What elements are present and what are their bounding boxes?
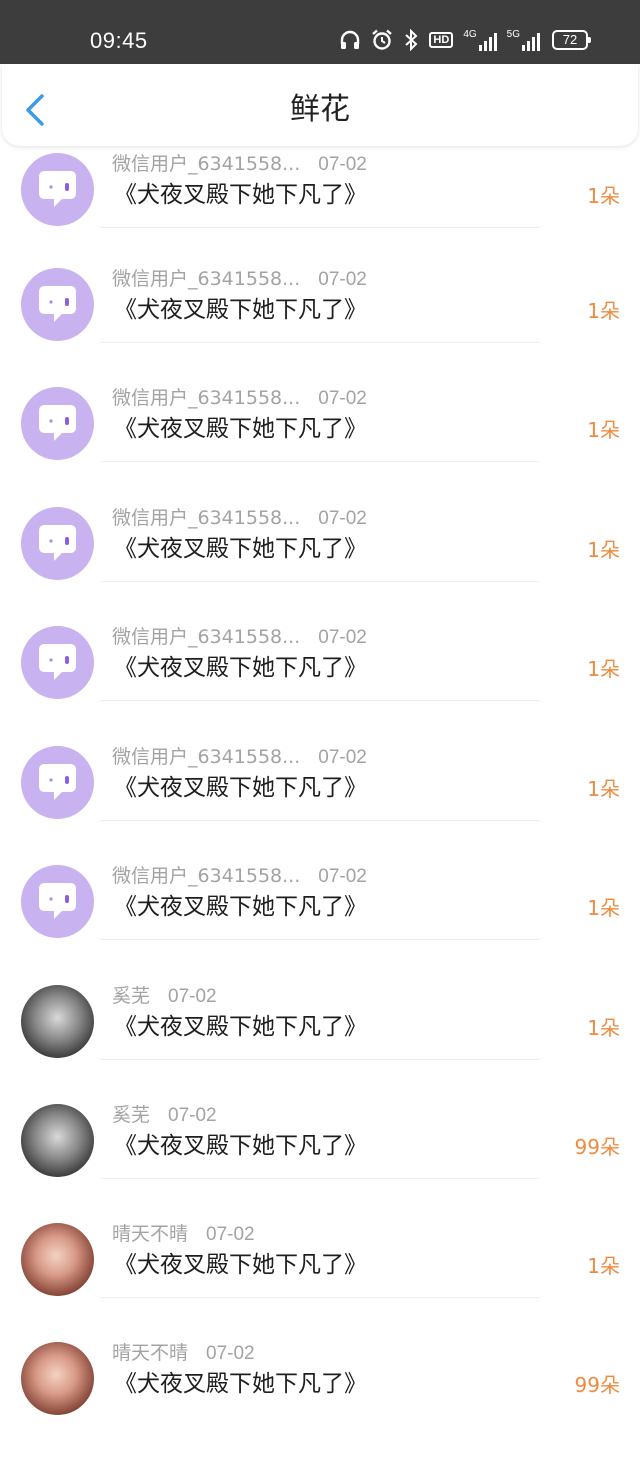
gift-date: 07-02 [206, 1224, 255, 1245]
row-divider [100, 820, 540, 821]
list-item[interactable]: 奚芜 07-02 《犬夜叉殿下她下凡了》 99朵 [0, 1104, 640, 1224]
item-meta: 微信用户_6341558... 07-02 [112, 151, 367, 178]
avatar[interactable] [21, 1104, 94, 1177]
flower-count: 1朵 [587, 538, 620, 562]
list-item[interactable]: 晴天不晴 07-02 《犬夜叉殿下她下凡了》 1朵 [0, 1223, 640, 1343]
chat-bubble-avatar-icon[interactable] [21, 387, 94, 460]
battery-indicator: 72 [552, 30, 591, 50]
signal-5g-icon: 5G [507, 29, 540, 51]
gift-date: 07-02 [318, 269, 367, 290]
flower-count: 1朵 [587, 896, 620, 920]
book-title: 《犬夜叉殿下她下凡了》 [114, 536, 367, 562]
list-item[interactable]: 微信用户_6341558... 07-02 《犬夜叉殿下她下凡了》 1朵 [0, 507, 640, 627]
item-meta: 微信用户_6341558... 07-02 [112, 266, 367, 293]
flower-count: 1朵 [587, 777, 620, 801]
list-item[interactable]: 微信用户_6341558... 07-02 《犬夜叉殿下她下凡了》 1朵 [0, 268, 640, 388]
flower-count: 99朵 [574, 1135, 620, 1159]
status-bar: 09:45 HD 4G 5G 72 [0, 0, 640, 64]
user-name: 微信用户_6341558... [112, 507, 301, 529]
item-meta: 微信用户_6341558... 07-02 [112, 744, 367, 771]
book-title: 《犬夜叉殿下她下凡了》 [114, 1252, 367, 1278]
flower-count: 1朵 [587, 1016, 620, 1040]
flower-count: 99朵 [574, 1373, 620, 1397]
user-name: 微信用户_6341558... [112, 387, 301, 409]
row-divider [100, 581, 540, 582]
book-title: 《犬夜叉殿下她下凡了》 [114, 297, 367, 323]
flower-count: 1朵 [587, 418, 620, 442]
item-meta: 奚芜 07-02 [112, 1102, 217, 1129]
gift-date: 07-02 [206, 1343, 255, 1364]
item-meta: 微信用户_6341558... 07-02 [112, 624, 367, 651]
user-name: 奚芜 [112, 985, 151, 1007]
gift-date: 07-02 [168, 1105, 217, 1126]
chat-bubble-avatar-icon[interactable] [21, 626, 94, 699]
status-icons: HD 4G 5G [339, 28, 540, 52]
book-title: 《犬夜叉殿下她下凡了》 [114, 416, 367, 442]
list-item[interactable]: 奚芜 07-02 《犬夜叉殿下她下凡了》 1朵 [0, 985, 640, 1105]
user-name: 微信用户_6341558... [112, 153, 301, 175]
status-time: 09:45 [90, 28, 148, 53]
chat-bubble-avatar-icon[interactable] [21, 507, 94, 580]
book-title: 《犬夜叉殿下她下凡了》 [114, 655, 367, 681]
chat-bubble-avatar-icon[interactable] [21, 268, 94, 341]
avatar[interactable] [21, 985, 94, 1058]
item-meta: 晴天不晴 07-02 [112, 1340, 255, 1367]
user-name: 奚芜 [112, 1104, 151, 1126]
row-divider [100, 342, 540, 343]
row-divider [100, 1297, 540, 1298]
alarm-icon [372, 29, 393, 50]
list-item[interactable]: 微信用户_6341558... 07-02 《犬夜叉殿下她下凡了》 1朵 [0, 626, 640, 746]
flower-count: 1朵 [587, 299, 620, 323]
row-divider [100, 1059, 540, 1060]
item-meta: 微信用户_6341558... 07-02 [112, 863, 367, 890]
book-title: 《犬夜叉殿下她下凡了》 [114, 182, 367, 208]
book-title: 《犬夜叉殿下她下凡了》 [114, 1371, 367, 1397]
user-name: 晴天不晴 [112, 1223, 189, 1245]
row-divider [100, 227, 540, 228]
book-title: 《犬夜叉殿下她下凡了》 [114, 894, 367, 920]
bluetooth-icon [405, 29, 418, 51]
book-title: 《犬夜叉殿下她下凡了》 [114, 1014, 367, 1040]
gift-date: 07-02 [318, 627, 367, 648]
gift-date: 07-02 [318, 747, 367, 768]
avatar[interactable] [21, 1342, 94, 1415]
chat-bubble-avatar-icon[interactable] [21, 153, 94, 226]
flower-count: 1朵 [587, 1254, 620, 1278]
avatar[interactable] [21, 1223, 94, 1296]
row-divider [100, 700, 540, 701]
flower-count: 1朵 [587, 657, 620, 681]
flower-count: 1朵 [587, 184, 620, 208]
chat-bubble-avatar-icon[interactable] [21, 865, 94, 938]
hd-icon: HD [429, 32, 454, 48]
page-title: 鲜花 [290, 92, 350, 127]
gift-date: 07-02 [318, 508, 367, 529]
row-divider [100, 461, 540, 462]
list-item[interactable]: 晴天不晴 07-02 《犬夜叉殿下她下凡了》 99朵 [0, 1342, 640, 1462]
user-name: 微信用户_6341558... [112, 865, 301, 887]
signal-4g-icon: 4G [463, 29, 497, 51]
gift-date: 07-02 [168, 986, 217, 1007]
gift-date: 07-02 [318, 866, 367, 887]
gift-date: 07-02 [318, 388, 367, 409]
user-name: 微信用户_6341558... [112, 746, 301, 768]
row-divider [100, 1178, 540, 1179]
gift-date: 07-02 [318, 154, 367, 175]
list-item[interactable]: 微信用户_6341558... 07-02 《犬夜叉殿下她下凡了》 1朵 [0, 746, 640, 866]
list-item[interactable]: 微信用户_6341558... 07-02 《犬夜叉殿下她下凡了》 1朵 [0, 865, 640, 985]
user-name: 微信用户_6341558... [112, 626, 301, 648]
chat-bubble-avatar-icon[interactable] [21, 746, 94, 819]
user-name: 晴天不晴 [112, 1342, 189, 1364]
item-meta: 奚芜 07-02 [112, 983, 217, 1010]
user-name: 微信用户_6341558... [112, 268, 301, 290]
headphones-icon [341, 30, 360, 49]
row-divider [100, 939, 540, 940]
nav-header: 鲜花 [2, 64, 638, 146]
list-item[interactable]: 微信用户_6341558... 07-02 《犬夜叉殿下她下凡了》 1朵 [0, 387, 640, 507]
book-title: 《犬夜叉殿下她下凡了》 [114, 775, 367, 801]
item-meta: 微信用户_6341558... 07-02 [112, 385, 367, 412]
item-meta: 晴天不晴 07-02 [112, 1221, 255, 1248]
item-meta: 微信用户_6341558... 07-02 [112, 505, 367, 532]
book-title: 《犬夜叉殿下她下凡了》 [114, 1133, 367, 1159]
list-item[interactable]: 微信用户_6341558... 07-02 《犬夜叉殿下她下凡了》 1朵 [0, 153, 640, 273]
